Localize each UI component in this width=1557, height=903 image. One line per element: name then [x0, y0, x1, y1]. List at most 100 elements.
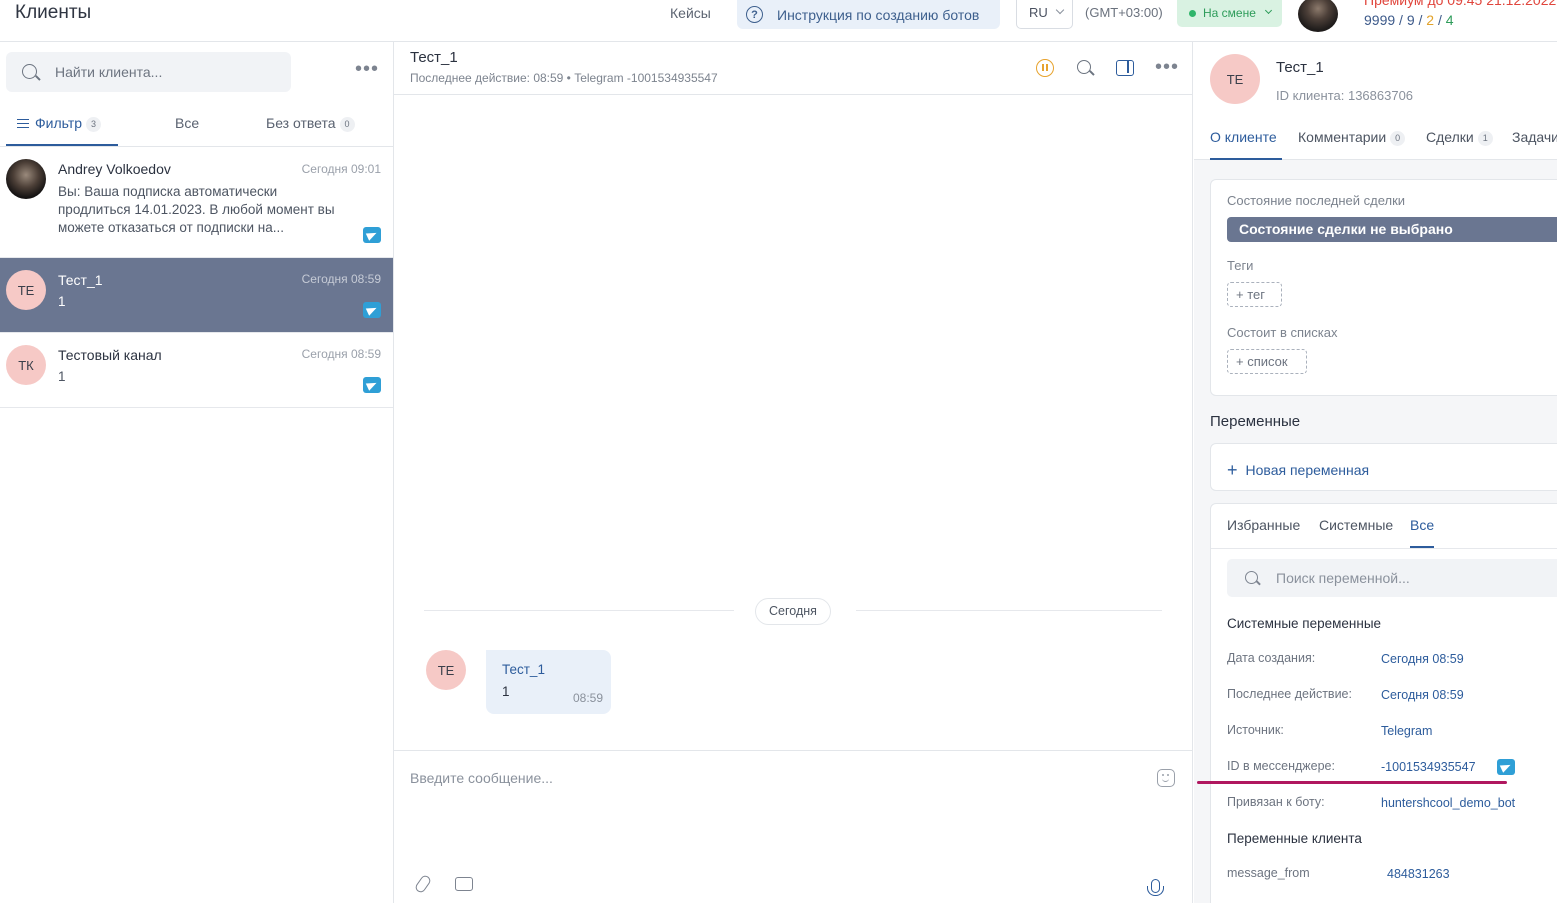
- tab-comments-label: Комментарии: [1298, 129, 1387, 145]
- tab-favorites[interactable]: Избранные: [1227, 517, 1300, 533]
- message-input-placeholder: Введите сообщение...: [410, 770, 553, 786]
- chat-preview: 1: [58, 369, 66, 384]
- tab-all-variables[interactable]: Все: [1410, 517, 1434, 533]
- variable-key: Дата создания:: [1227, 651, 1316, 665]
- client-search-input[interactable]: Найти клиента...: [6, 52, 291, 92]
- tab-tasks[interactable]: Задачи: [1512, 129, 1557, 145]
- more-options-icon[interactable]: •••: [1155, 57, 1179, 77]
- filter-tabs: Фильтр 3 Все Без ответа 0: [0, 102, 393, 147]
- new-variable-card[interactable]: + Новая переменная: [1210, 443, 1557, 491]
- telegram-icon: [363, 302, 381, 318]
- tab-about-label: О клиенте: [1210, 129, 1277, 145]
- chat-panel: Тест_1 Последнее действие: 08:59 • Teleg…: [394, 42, 1193, 903]
- new-variable-label: Новая переменная: [1245, 462, 1370, 478]
- language-select[interactable]: RU: [1016, 0, 1073, 29]
- client-variables-title: Переменные клиента: [1227, 831, 1362, 846]
- more-options-icon[interactable]: •••: [355, 59, 379, 79]
- tab-filter[interactable]: Фильтр 3: [17, 115, 102, 132]
- variable-search-placeholder: Поиск переменной...: [1276, 570, 1410, 586]
- avatar: [6, 159, 46, 199]
- counter-d: 4: [1445, 12, 1454, 28]
- chevron-down-icon: [1264, 6, 1273, 15]
- emoji-icon[interactable]: [1157, 769, 1175, 787]
- variable-value: Сегодня 08:59: [1381, 688, 1464, 702]
- chat-time: Сегодня 08:59: [301, 272, 381, 286]
- chat-subtitle: Последнее действие: 08:59 • Telegram -10…: [410, 71, 718, 85]
- chevron-down-icon: [1055, 5, 1065, 15]
- date-divider: Сегодня: [755, 598, 831, 625]
- chat-list-item-selected[interactable]: ТЕ Тест_1 Сегодня 08:59 1: [0, 258, 393, 333]
- top-bar: Клиенты Кейсы ? Инструкция по созданию б…: [0, 0, 1557, 42]
- chat-preview: 1: [58, 294, 66, 309]
- new-variable-button[interactable]: + Новая переменная: [1227, 460, 1369, 481]
- variable-search-input[interactable]: Поиск переменной...: [1227, 559, 1557, 597]
- message-composer[interactable]: Введите сообщение...: [394, 750, 1193, 903]
- divider: [856, 610, 1162, 611]
- tab-tasks-label: Задачи: [1512, 129, 1557, 145]
- avatar: ТЕ: [6, 270, 46, 310]
- chat-name: Andrey Volkoedov: [58, 161, 171, 177]
- messenger-id-value: -1001534935547: [1381, 760, 1476, 774]
- deal-state-label: Состояние последней сделки: [1227, 193, 1406, 208]
- chat-name: Тестовый канал: [58, 347, 162, 363]
- variables-card: Избранные Системные Все Поиск переменной…: [1210, 503, 1557, 903]
- client-search-placeholder: Найти клиента...: [55, 64, 163, 80]
- telegram-icon: [363, 227, 381, 243]
- timezone-label: (GMT+03:00): [1085, 5, 1163, 20]
- user-avatar[interactable]: [1298, 0, 1338, 32]
- variable-key: Источник:: [1227, 723, 1284, 737]
- message-bubble: Тест_1 1 08:59: [486, 650, 611, 714]
- variable-value: Telegram: [1381, 724, 1433, 738]
- tab-all-label: Все: [175, 115, 200, 131]
- tab-system[interactable]: Системные: [1319, 517, 1393, 533]
- tab-deals-label: Сделки: [1426, 129, 1474, 145]
- chat-list-item[interactable]: ТК Тестовый канал Сегодня 08:59 1: [0, 333, 393, 408]
- tab-deals-badge: 1: [1477, 131, 1493, 146]
- premium-status: Премиум до 09:45 21.12.2022: [1364, 0, 1557, 8]
- chat-list-item[interactable]: Andrey Volkoedov Сегодня 09:01 Вы: Ваша …: [0, 148, 393, 258]
- plus-icon: +: [1227, 460, 1238, 480]
- tab-comments-badge: 0: [1390, 131, 1406, 146]
- filter-sliders-icon: [17, 118, 29, 129]
- shift-status-label: На смене: [1203, 6, 1256, 20]
- attachment-icon[interactable]: [413, 873, 433, 895]
- client-avatar: ТЕ: [1210, 54, 1260, 104]
- message-time: 08:59: [572, 691, 603, 705]
- page-title: Клиенты: [15, 2, 92, 23]
- tab-about-client[interactable]: О клиенте: [1210, 129, 1277, 145]
- nav-cases-link[interactable]: Кейсы: [670, 5, 711, 21]
- message-text: 1: [502, 684, 510, 699]
- client-list-panel: Найти клиента... ••• Фильтр 3 Все Без отв…: [0, 42, 394, 903]
- bot-guide-label: Инструкция по созданию ботов: [777, 6, 980, 23]
- divider: [424, 610, 734, 611]
- message-author[interactable]: Тест_1: [502, 662, 545, 677]
- tab-comments[interactable]: Комментарии 0: [1298, 129, 1406, 146]
- variable-key: Последнее действие:: [1227, 687, 1352, 701]
- tags-label: Теги: [1227, 258, 1254, 273]
- pause-icon[interactable]: [1036, 59, 1054, 77]
- shift-status-dropdown[interactable]: На смене: [1177, 0, 1282, 27]
- counter-total: 9999: [1364, 12, 1396, 28]
- language-value: RU: [1029, 5, 1048, 20]
- search-icon[interactable]: [1077, 60, 1091, 74]
- tab-deals[interactable]: Сделки 1: [1426, 129, 1493, 146]
- tab-unanswered[interactable]: Без ответа 0: [266, 115, 355, 132]
- tab-all[interactable]: Все: [175, 115, 199, 131]
- telegram-icon[interactable]: [1497, 759, 1515, 775]
- variable-key: Привязан к боту:: [1227, 795, 1325, 809]
- bot-guide-button[interactable]: ? Инструкция по созданию ботов: [737, 0, 1000, 29]
- variable-value: 484831263: [1387, 867, 1450, 881]
- microphone-icon[interactable]: [1147, 879, 1164, 896]
- deal-state-select[interactable]: Состояние сделки не выбрано: [1227, 217, 1557, 242]
- variable-key: ID в мессенджере:: [1227, 759, 1335, 773]
- chat-preview: Вы: Ваша подписка автоматически продлить…: [58, 184, 335, 235]
- variable-value[interactable]: huntershcool_demo_bot: [1381, 796, 1515, 810]
- toggle-panel-icon[interactable]: [1116, 60, 1134, 76]
- add-list-button[interactable]: + список: [1227, 349, 1307, 374]
- chat-time: Сегодня 08:59: [301, 347, 381, 361]
- quick-reply-icon[interactable]: [455, 877, 473, 891]
- active-tab-underline: [1210, 158, 1282, 160]
- status-dot-icon: [1189, 10, 1196, 17]
- search-icon: [22, 64, 37, 79]
- add-tag-button[interactable]: + тег: [1227, 282, 1282, 307]
